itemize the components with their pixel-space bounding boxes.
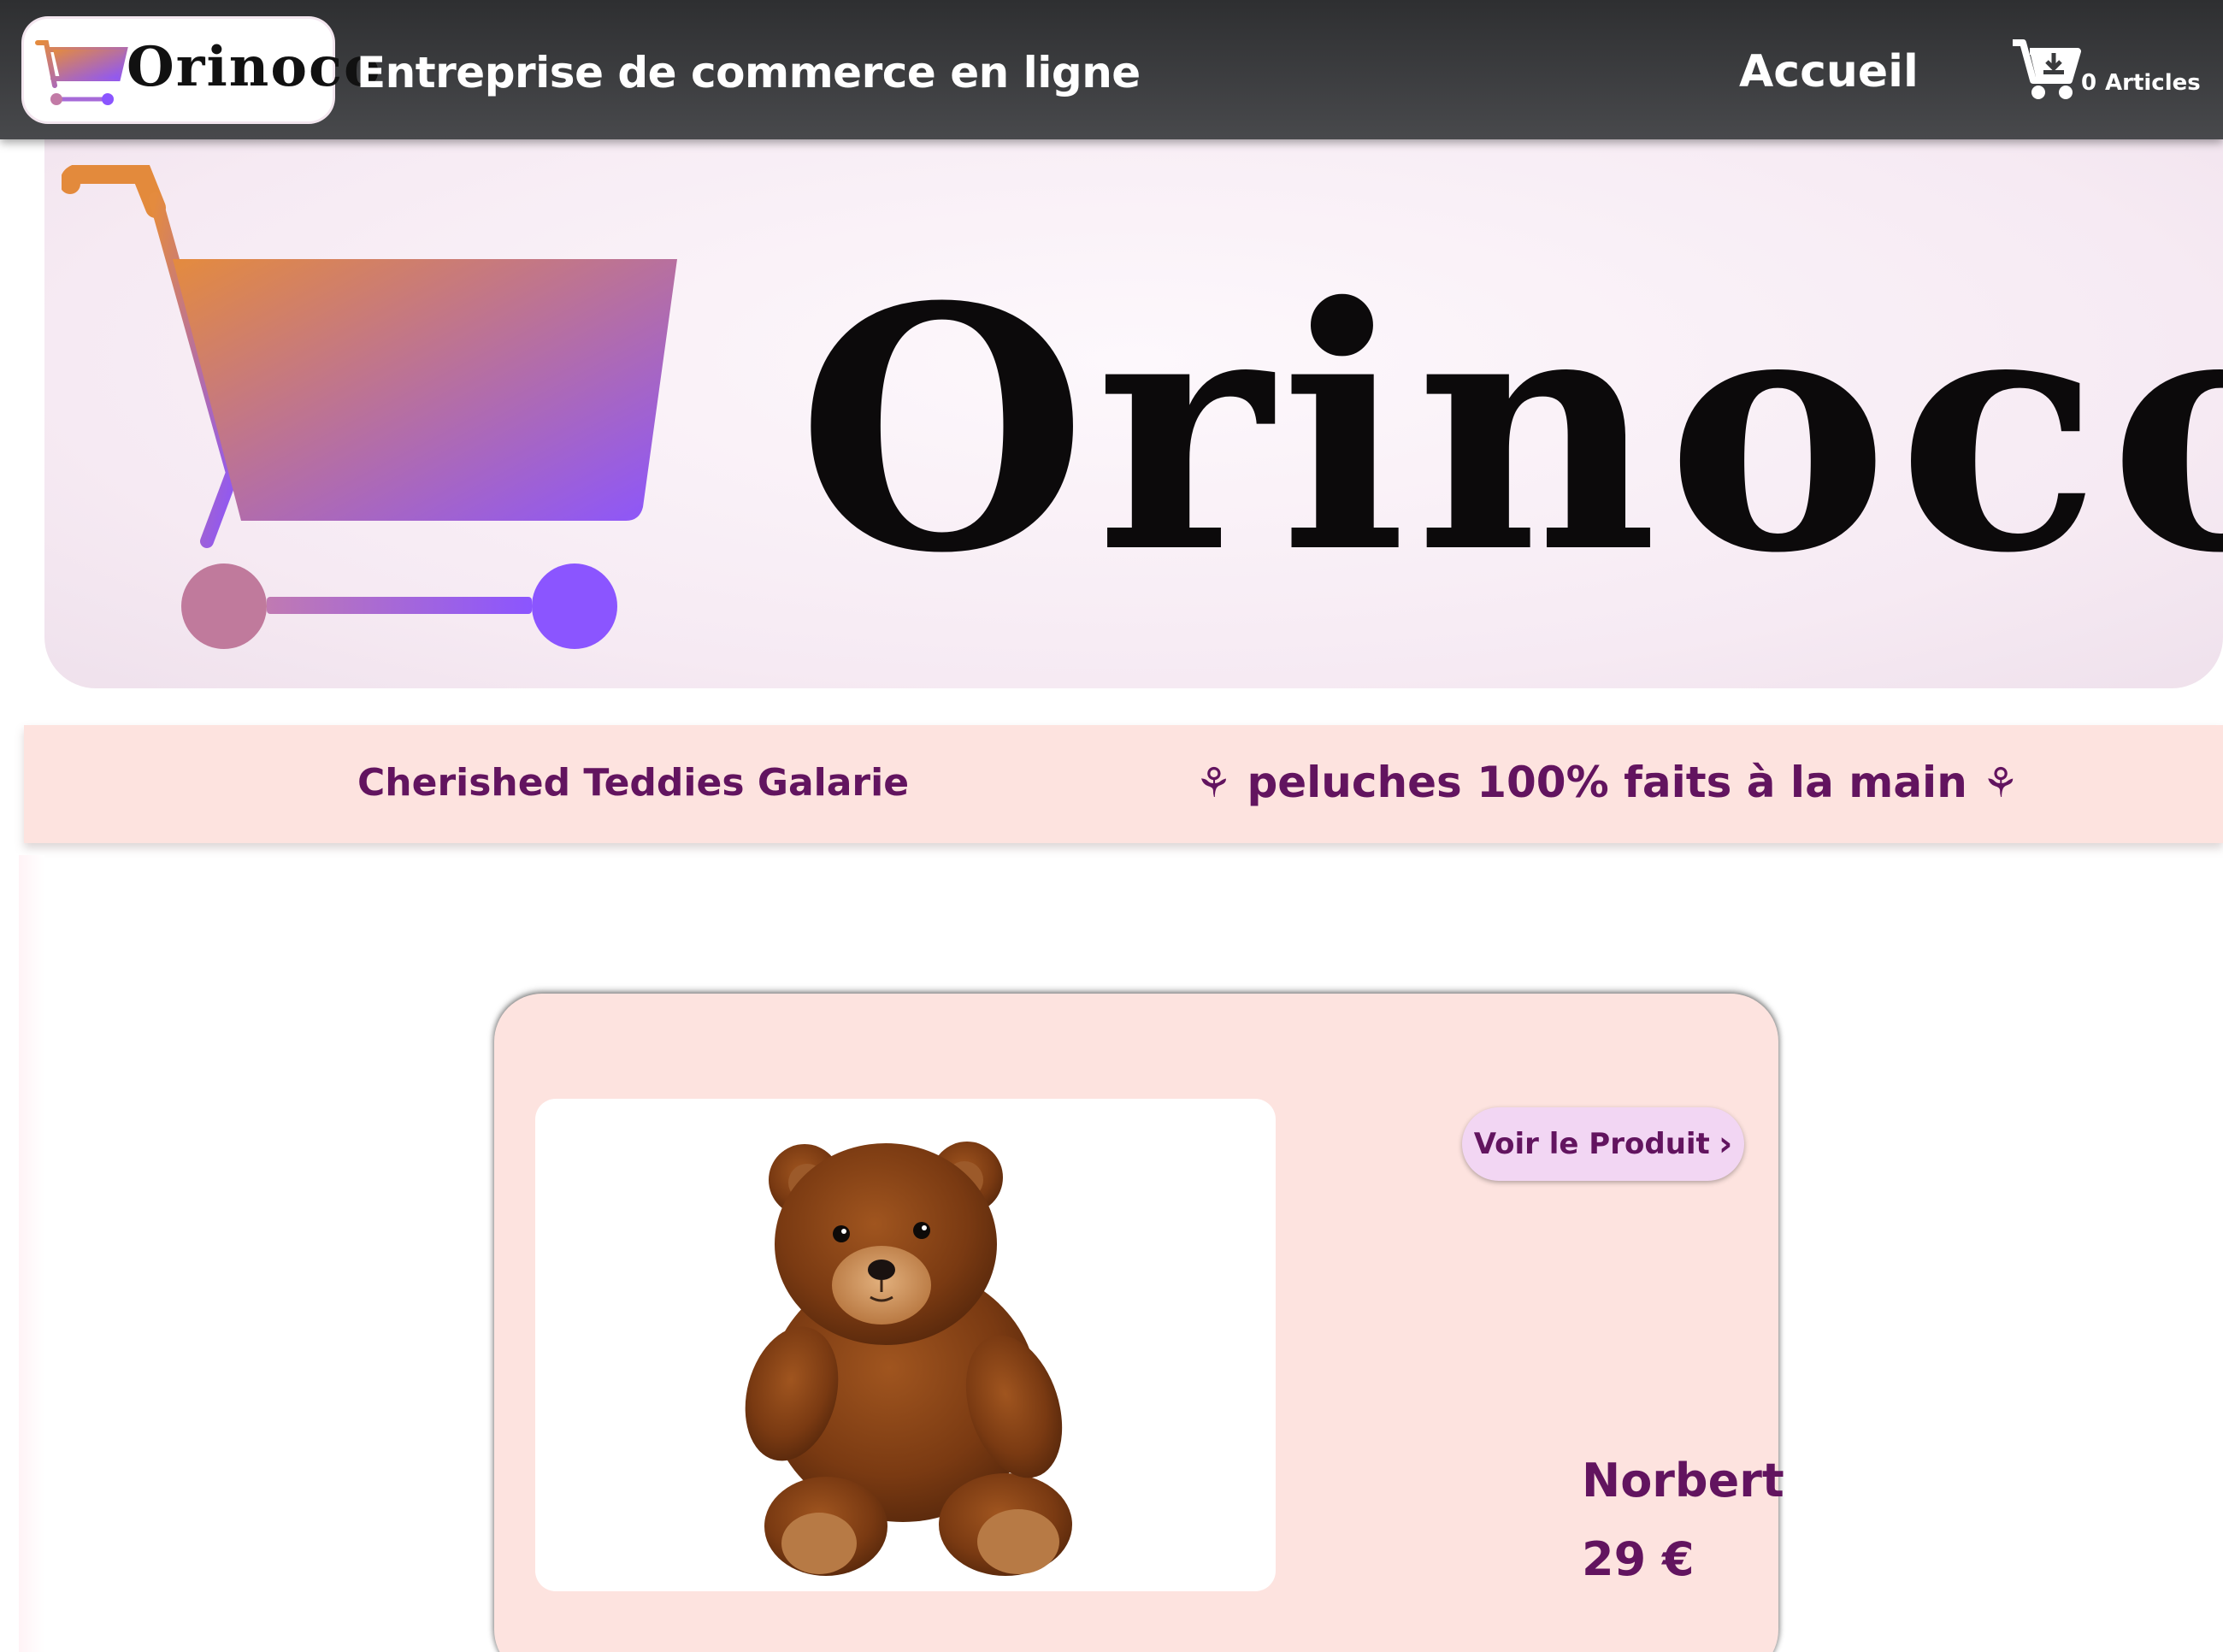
gallery-title: Cherished Teddies Galarie	[357, 761, 910, 805]
cart-button[interactable]: 0 Articles	[2011, 36, 2201, 104]
view-product-label: Voir le Produit	[1473, 1127, 1710, 1161]
product-name: Norbert	[1582, 1454, 1784, 1507]
page-edge-shadow	[19, 855, 44, 1652]
slogan: ⚘ peluches 100% faits à la main ⚘	[1195, 758, 2019, 807]
logo-wordmark: Orinoco	[127, 35, 382, 99]
product-image[interactable]	[535, 1099, 1276, 1591]
cart-download-icon	[2013, 39, 2081, 99]
site-tagline: Entreprise de commerce en ligne	[357, 48, 1141, 97]
cart-count: 0	[2081, 70, 2097, 96]
hero-brand-wordmark: Orinoco	[797, 234, 2223, 626]
product-price: 29 €	[1582, 1532, 1695, 1586]
cart-label: Articles	[2105, 70, 2201, 96]
teddy-bear-photo	[745, 1142, 1072, 1576]
chevron-right-icon: ›	[1718, 1124, 1733, 1164]
top-navbar: Orinoco Entreprise de commerce en ligne …	[0, 0, 2223, 139]
nav-home-link[interactable]: Accueil	[1739, 46, 1919, 97]
view-product-button[interactable]: Voir le Produit ›	[1462, 1107, 1744, 1181]
slogan-text: peluches 100% faits à la main	[1247, 758, 1967, 807]
logo-link[interactable]: Orinoco	[24, 19, 380, 121]
leaf-icon: ⚘	[1982, 759, 2020, 807]
leaf-icon: ⚘	[1195, 759, 1233, 807]
hero-banner: Orinoco	[44, 139, 2223, 688]
gallery-band: Cherished Teddies Galarie ⚘ peluches 100…	[24, 725, 2223, 843]
shopping-cart-hero-icon	[62, 165, 677, 649]
